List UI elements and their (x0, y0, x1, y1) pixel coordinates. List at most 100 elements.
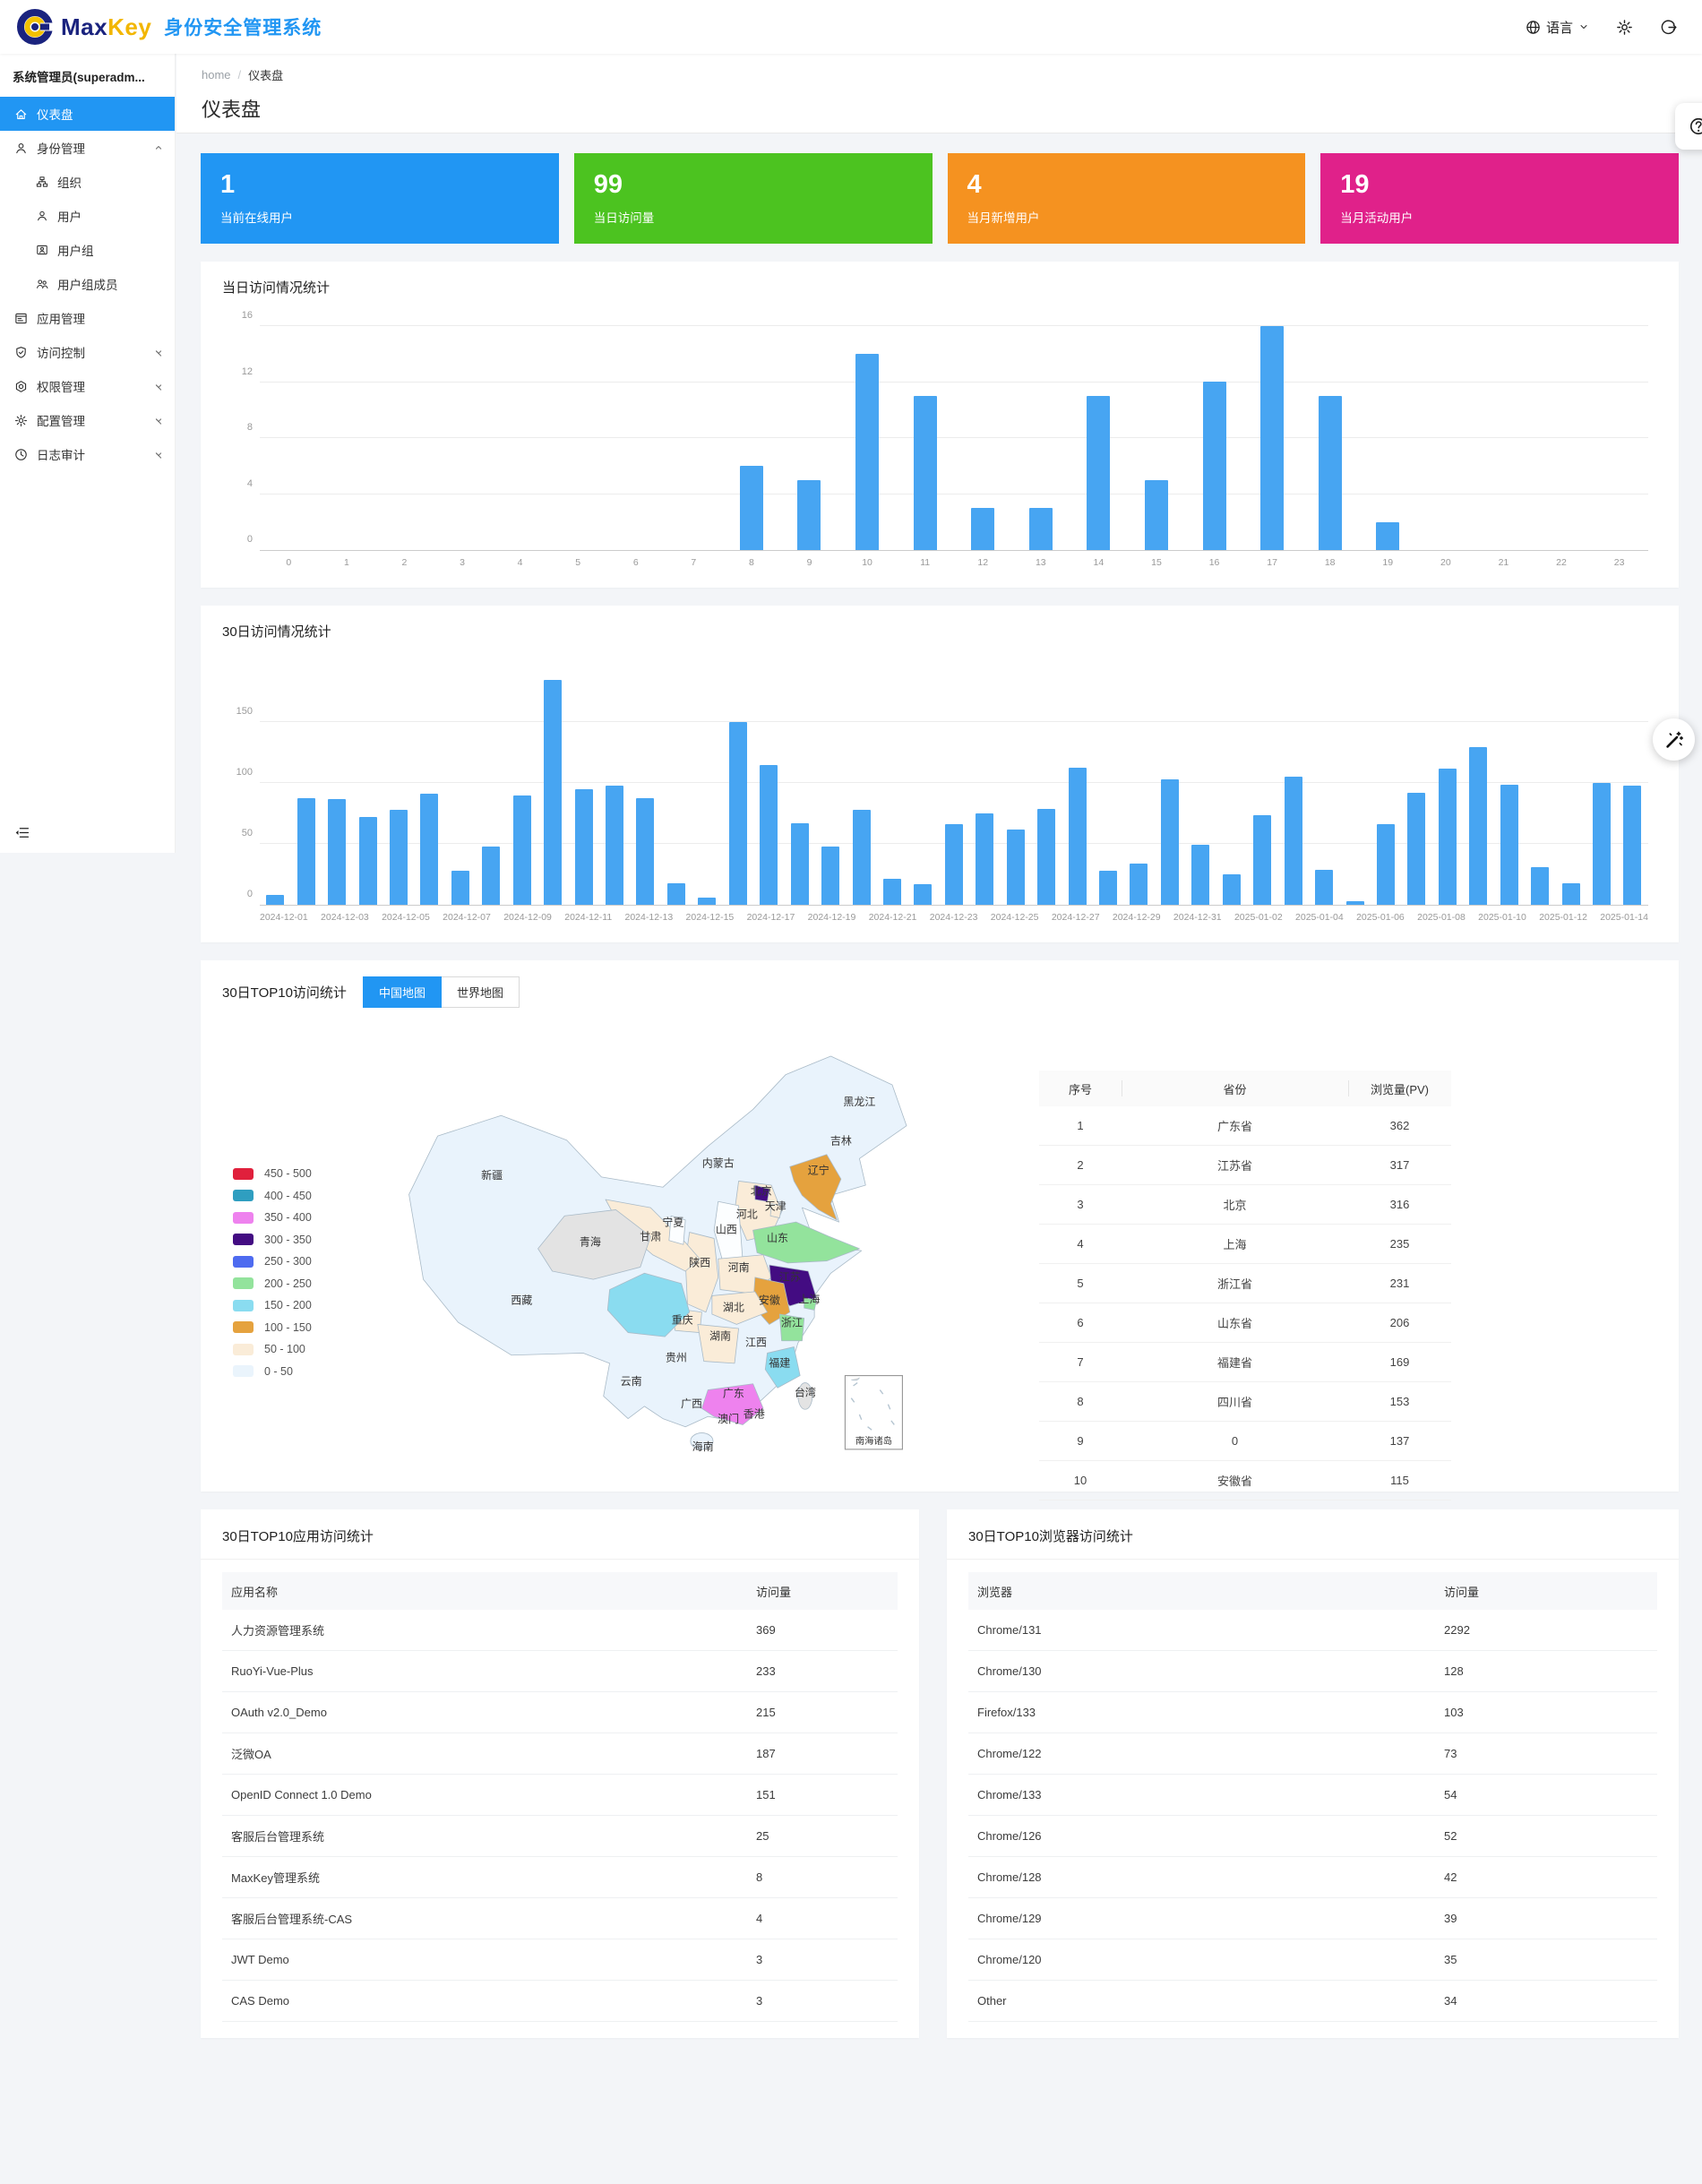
table-cell: MaxKey管理系统 (222, 1869, 747, 1886)
bar-15 (1145, 480, 1168, 550)
x-tick: 2024-12-29 (1113, 912, 1161, 923)
bar-2024-12-09 (513, 795, 531, 905)
bar-14 (1087, 396, 1110, 550)
table-cell: 6 (1039, 1316, 1122, 1329)
magic-wand-button[interactable] (1653, 718, 1695, 761)
sidebar-collapse-button[interactable] (0, 816, 175, 853)
bar-2024-12-29 (1130, 864, 1148, 905)
map-label-香港: 香港 (744, 1407, 765, 1420)
bar-2025-01-08 (1439, 769, 1457, 905)
x-tick: 18 (1301, 557, 1359, 568)
table-cell: 115 (1348, 1474, 1451, 1487)
bar-10 (855, 354, 879, 550)
tab-中国地图[interactable]: 中国地图 (363, 976, 442, 1008)
x-tick (308, 912, 321, 923)
table-cell: 25 (747, 1829, 898, 1843)
sidebar-item-label: 应用管理 (37, 309, 164, 327)
table-cell: Chrome/129 (968, 1912, 1435, 1925)
table-cell: 103 (1435, 1706, 1657, 1719)
map-panel-header: 30日TOP10访问统计 中国地图世界地图 (222, 976, 1657, 1008)
bar-2025-01-13 (1593, 783, 1611, 905)
sidebar-item-日志审计[interactable]: 日志审计 (0, 437, 175, 471)
table-cell: 151 (747, 1788, 898, 1801)
map-label-陕西: 陕西 (689, 1255, 710, 1268)
table-cell: 山东省 (1122, 1314, 1348, 1331)
table-row: 90137 (1039, 1422, 1451, 1461)
bar-2025-01-09 (1469, 747, 1487, 905)
x-tick: 2025-01-14 (1600, 912, 1648, 923)
table-cell: 3 (747, 1994, 898, 2008)
bar-8 (740, 466, 763, 550)
menu-fold-icon (14, 825, 175, 840)
x-tick: 2024-12-23 (930, 912, 978, 923)
sidebar-item-用户组成员[interactable]: 用户组成员 (0, 267, 175, 301)
top10-apps-panel: 30日TOP10应用访问统计 应用名称访问量人力资源管理系统369RuoYi-V… (201, 1509, 919, 2038)
x-tick: 2024-12-25 (991, 912, 1039, 923)
x-tick: 20 (1417, 557, 1475, 568)
apps-table: 应用名称访问量人力资源管理系统369RuoYi-Vue-Plus233OAuth… (222, 1572, 898, 2022)
map-label-新疆: 新疆 (481, 1168, 503, 1182)
map-label-福建: 福建 (769, 1355, 790, 1369)
legend-swatch (233, 1234, 254, 1245)
sidebar-item-权限管理[interactable]: 权限管理 (0, 369, 175, 403)
x-tick: 2024-12-05 (382, 912, 430, 923)
language-switcher[interactable]: 语言 (1526, 18, 1589, 37)
stat-card-当日访问量: 99当日访问量 (574, 153, 933, 244)
column-header: 浏览器 (968, 1583, 1435, 1600)
bar-13 (1029, 508, 1053, 550)
table-cell: 10 (1039, 1474, 1122, 1487)
map-label-辽宁: 辽宁 (808, 1163, 830, 1176)
sidebar-item-配置管理[interactable]: 配置管理 (0, 403, 175, 437)
sidebar-item-组织[interactable]: 组织 (0, 165, 175, 199)
map-label-湖北: 湖北 (723, 1301, 744, 1314)
sidebar-item-身份管理[interactable]: 身份管理 (0, 131, 175, 165)
table-cell: 上海 (1122, 1235, 1348, 1252)
sidebar-item-用户组[interactable]: 用户组 (0, 233, 175, 267)
map-label-天津: 天津 (765, 1199, 787, 1212)
table-cell: 73 (1435, 1747, 1657, 1760)
chevron-down-icon (153, 415, 164, 426)
x-tick: 2024-12-11 (564, 912, 612, 923)
settings-gear-icon[interactable] (1616, 19, 1633, 36)
sidebar-item-label: 用户组成员 (57, 275, 164, 293)
table-cell: 4 (747, 1912, 898, 1925)
table-cell: 153 (1348, 1395, 1451, 1408)
legend-item: 100 - 150 (233, 1321, 312, 1334)
x-tick: 2024-12-19 (808, 912, 856, 923)
sidebar-item-应用管理[interactable]: 应用管理 (0, 301, 175, 335)
table-cell: Chrome/128 (968, 1870, 1435, 1884)
x-tick (1039, 912, 1052, 923)
x-tick (552, 912, 564, 923)
table-cell: Other (968, 1994, 1435, 2008)
x-tick (491, 912, 503, 923)
breadcrumb-home[interactable]: home (202, 68, 231, 82)
help-button[interactable] (1675, 103, 1702, 150)
legend-range: 450 - 500 (264, 1167, 312, 1180)
table-cell: 231 (1348, 1277, 1451, 1290)
sidebar-item-访问控制[interactable]: 访问控制 (0, 335, 175, 369)
legend-swatch (233, 1300, 254, 1311)
table-cell: 浙江省 (1122, 1275, 1348, 1292)
bar-2025-01-04 (1315, 870, 1333, 905)
sidebar-item-仪表盘[interactable]: 仪表盘 (0, 97, 175, 131)
sidebar-item-用户[interactable]: 用户 (0, 199, 175, 233)
usergroup-icon (36, 244, 48, 256)
province-table-body: 1广东省3622江苏省3173北京3164上海2355浙江省2316山东省206… (1039, 1106, 1451, 1500)
daily-visits-panel: 当日访问情况统计 0481216012345678910111213141516… (201, 262, 1679, 588)
map-label-湖南: 湖南 (709, 1329, 731, 1343)
map-label-吉林: 吉林 (830, 1134, 852, 1147)
x-tick: 11 (896, 557, 954, 568)
legend-range: 100 - 150 (264, 1321, 312, 1334)
bar-11 (914, 396, 937, 550)
table-cell: 206 (1348, 1316, 1451, 1329)
sidebar-item-label: 日志审计 (37, 445, 144, 463)
table-cell: 137 (1348, 1434, 1451, 1448)
table-cell: 2292 (1435, 1623, 1657, 1637)
table-header-row: 浏览器访问量 (968, 1572, 1657, 1610)
chevron-down-icon (153, 449, 164, 460)
panel-title: 当日访问情况统计 (222, 278, 1657, 297)
logout-icon[interactable] (1660, 19, 1677, 36)
bar-2024-12-24 (976, 813, 993, 905)
map-label-上海: 上海 (798, 1292, 820, 1305)
tab-世界地图[interactable]: 世界地图 (442, 976, 520, 1008)
